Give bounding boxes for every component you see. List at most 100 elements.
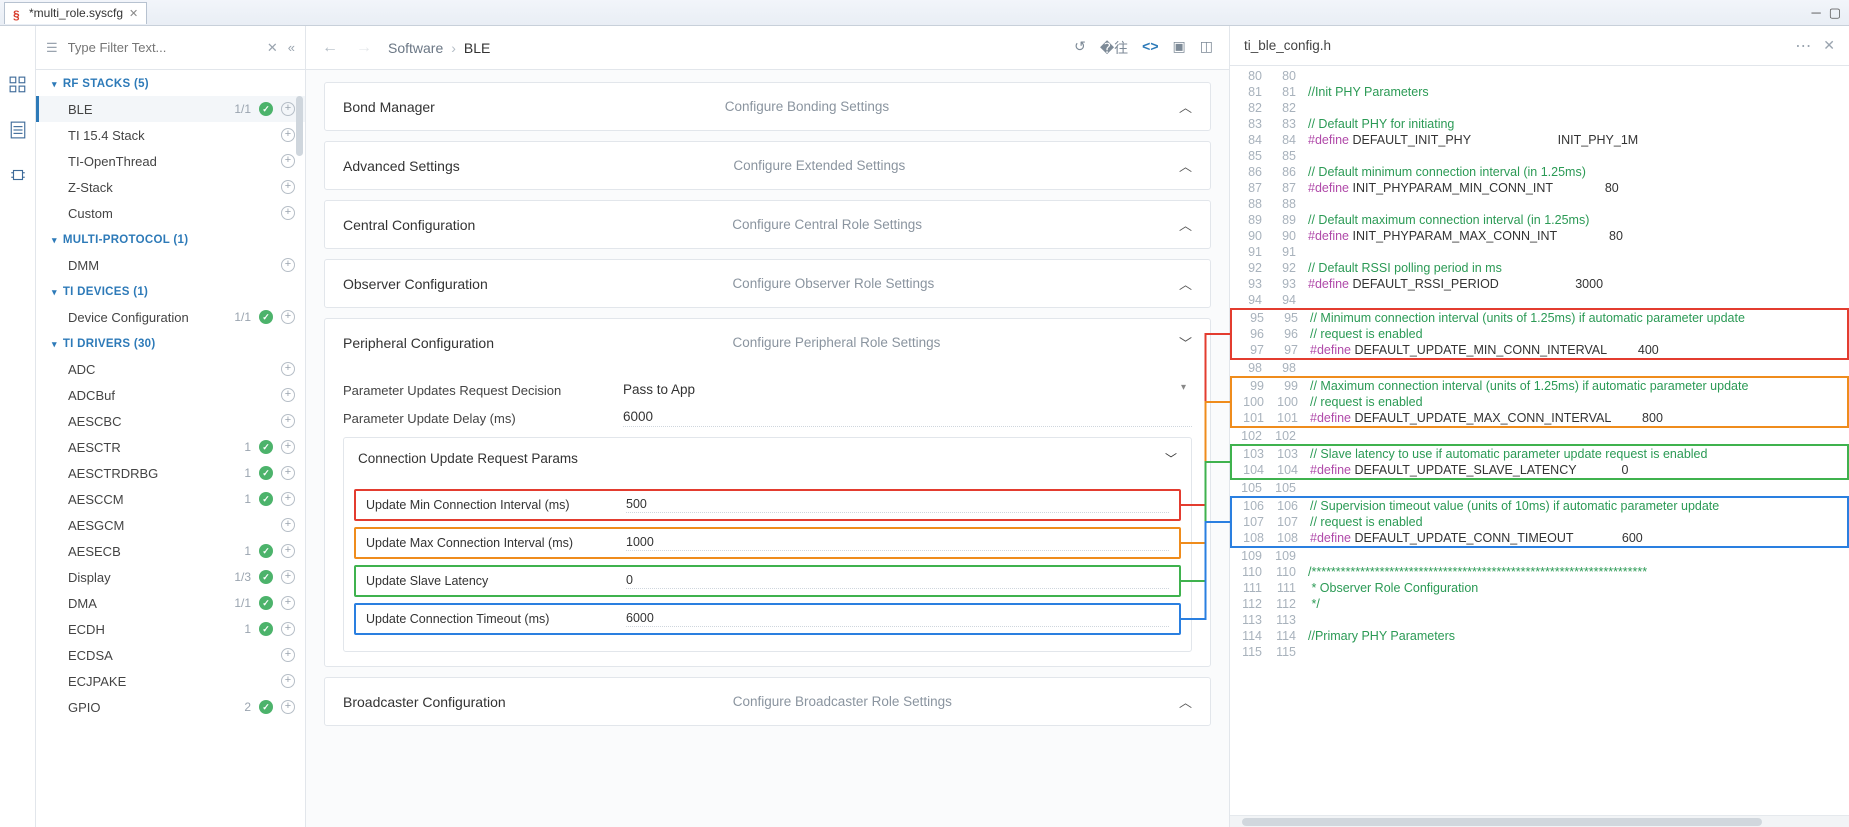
tree-item[interactable]: ADCBuf [36,382,305,408]
add-icon[interactable] [281,700,295,714]
crumb-ble[interactable]: BLE [464,40,490,56]
add-icon[interactable] [281,518,295,532]
input-slave-latency[interactable]: 0 [626,573,1169,589]
close-tab-icon[interactable]: ✕ [129,7,138,20]
tree-item[interactable]: AESCTR1 [36,434,305,460]
add-icon[interactable] [281,622,295,636]
filter-bar: ☰ ✕ « [36,26,305,70]
check-icon [259,544,273,558]
minimize-icon[interactable]: ─ [1811,5,1820,21]
tree-category[interactable]: TI DEVICES (1) [36,278,305,304]
card-header[interactable]: Advanced Settings Configure Extended Set… [325,142,1210,189]
chevron-down-icon: ﹀ [1165,450,1177,467]
add-icon[interactable] [281,258,295,272]
code-line: 113113 [1230,612,1849,628]
crumb-software[interactable]: Software [388,40,443,56]
code-icon[interactable]: <> [1142,38,1158,58]
more-icon[interactable]: ⋯ [1795,36,1823,56]
check-icon [259,700,273,714]
settings-icon[interactable]: �往 [1100,38,1128,58]
subcard-header[interactable]: Connection Update Request Params ﹀ [344,438,1191,479]
tree-item-count: 1 [244,622,251,636]
field-min-conn-interval: Update Min Connection Interval (ms) 500 [354,489,1181,521]
tree-item[interactable]: ADC [36,356,305,382]
code-view[interactable]: 80808181//Init PHY Parameters82828383// … [1230,66,1849,815]
tree-item[interactable]: ECJPAKE [36,668,305,694]
add-icon[interactable] [281,154,295,168]
add-icon[interactable] [281,440,295,454]
tree-item[interactable]: ECDH1 [36,616,305,642]
collapse-sidebar-icon[interactable]: « [288,40,295,55]
tree-category[interactable]: TI DRIVERS (30) [36,330,305,356]
input-conn-timeout[interactable]: 6000 [626,611,1169,627]
code-hscrollbar[interactable] [1230,815,1849,827]
tree-item[interactable]: AESGCM [36,512,305,538]
tree-item[interactable]: BLE1/1 [36,96,305,122]
tree-item[interactable]: GPIO2 [36,694,305,720]
add-icon[interactable] [281,102,295,116]
restore-icon[interactable]: ▢ [1829,5,1841,21]
add-icon[interactable] [281,128,295,142]
add-icon[interactable] [281,492,295,506]
add-icon[interactable] [281,362,295,376]
code-line: 9999// Maximum connection interval (unit… [1232,378,1847,394]
tree-item-label: BLE [68,102,93,117]
input-min-conn[interactable]: 500 [626,497,1169,513]
tree-category[interactable]: MULTI-PROTOCOL (1) [36,226,305,252]
calc-icon[interactable] [9,121,27,142]
add-icon[interactable] [281,206,295,220]
add-icon[interactable] [281,674,295,688]
tree-item[interactable]: ECDSA [36,642,305,668]
back-icon[interactable]: ← [322,39,338,57]
history-icon[interactable]: ↺ [1074,38,1086,58]
code-header: ti_ble_config.h ⋯ ✕ [1230,26,1849,66]
check-icon [259,466,273,480]
module-tree[interactable]: RF STACKS (5)BLE1/1TI 15.4 StackTI-OpenT… [36,70,305,827]
tree-item[interactable]: Custom [36,200,305,226]
input-max-conn[interactable]: 1000 [626,535,1169,551]
card-peripheral-config: Peripheral Configuration Configure Perip… [324,318,1211,667]
tree-item[interactable]: AESCTRDRBG1 [36,460,305,486]
select-decision[interactable]: Pass to App [623,382,1192,399]
add-icon[interactable] [281,596,295,610]
tree-item[interactable]: AESCBC [36,408,305,434]
card-header[interactable]: Peripheral Configuration Configure Perip… [325,319,1210,366]
tree-item[interactable]: Z-Stack [36,174,305,200]
box-icon[interactable]: ▣ [1173,38,1186,58]
add-icon[interactable] [281,648,295,662]
editor-tab[interactable]: § *multi_role.syscfg ✕ [4,2,147,24]
add-icon[interactable] [281,388,295,402]
add-icon[interactable] [281,310,295,324]
sidebar-scrollbar[interactable] [296,96,303,156]
tree-item[interactable]: DMM [36,252,305,278]
chip-icon[interactable] [9,166,27,187]
tree-item[interactable]: DMA1/1 [36,590,305,616]
add-icon[interactable] [281,466,295,480]
chevron-up-icon: ︿ [1179,692,1192,711]
field-max-conn-interval: Update Max Connection Interval (ms) 1000 [354,527,1181,559]
tree-item[interactable]: TI-OpenThread [36,148,305,174]
tree-item-label: ADCBuf [68,388,115,403]
forward-icon[interactable]: → [356,39,372,57]
add-icon[interactable] [281,180,295,194]
card-header[interactable]: Observer Configuration Configure Observe… [325,260,1210,307]
input-delay[interactable]: 6000 [623,409,1192,427]
card-header[interactable]: Broadcaster Configuration Configure Broa… [325,678,1210,725]
tree-item[interactable]: TI 15.4 Stack [36,122,305,148]
add-icon[interactable] [281,570,295,584]
tree-category[interactable]: RF STACKS (5) [36,70,305,96]
filter-input[interactable] [68,40,257,55]
layout-icon[interactable]: ◫ [1200,38,1213,58]
add-icon[interactable] [281,544,295,558]
close-code-icon[interactable]: ✕ [1823,37,1835,54]
tree-item[interactable]: AESECB1 [36,538,305,564]
card-header[interactable]: Central Configuration Configure Central … [325,201,1210,248]
card-header[interactable]: Bond Manager Configure Bonding Settings … [325,83,1210,130]
grid-icon[interactable] [9,76,27,97]
tree-item[interactable]: Device Configuration1/1 [36,304,305,330]
tree-item[interactable]: AESCCM1 [36,486,305,512]
clear-filter-icon[interactable]: ✕ [267,40,278,56]
tree-item[interactable]: Display1/3 [36,564,305,590]
sidebar: ☰ ✕ « RF STACKS (5)BLE1/1TI 15.4 StackTI… [36,26,306,827]
add-icon[interactable] [281,414,295,428]
